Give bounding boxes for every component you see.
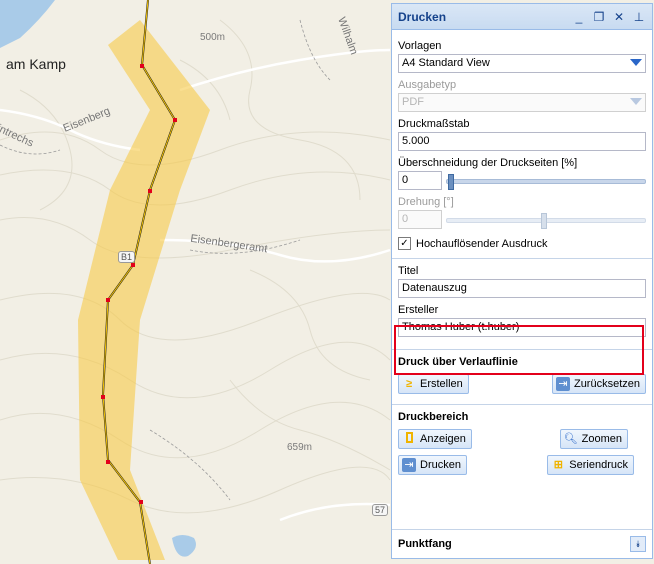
print-icon: ⇥ xyxy=(402,458,416,472)
titel-label: Titel xyxy=(398,265,419,277)
divider xyxy=(392,258,652,259)
anzeigen-label: Anzeigen xyxy=(420,433,466,445)
slider-track xyxy=(446,178,646,184)
panel-title: Drucken xyxy=(398,9,447,24)
dropdown-arrow-icon[interactable] xyxy=(630,59,642,66)
ausgabetyp-select: PDF xyxy=(398,93,646,112)
hochaufloesend-label: Hochauflösender Ausdruck xyxy=(416,237,548,250)
drucken-label: Drucken xyxy=(420,459,461,471)
print-panel: Drucken _ ❐ ✕ ⊥ Vorlagen A4 Standard Vie… xyxy=(391,3,653,559)
ueberschneidung-slider[interactable] xyxy=(446,173,646,190)
magnifier-icon: 🔍︎ xyxy=(563,433,578,445)
reset-icon: ⇥ xyxy=(555,377,570,391)
druckmassstab-input[interactable]: 5.000 xyxy=(398,132,646,151)
ueberschneidung-label: Überschneidung der Druckseiten [%] xyxy=(398,157,578,169)
restore-icon[interactable]: ❐ xyxy=(592,10,606,24)
close-icon[interactable]: ✕ xyxy=(612,10,626,24)
erstellen-label: Erstellen xyxy=(420,378,463,390)
hochaufloesend-checkbox[interactable]: ✓ xyxy=(398,237,411,250)
drucken-button[interactable]: ⇥ Drucken xyxy=(398,455,467,475)
panel-header: Drucken _ ❐ ✕ ⊥ xyxy=(392,4,652,30)
punktfang-header[interactable]: Punktfang ⯯ xyxy=(392,529,652,558)
anzeigen-button[interactable]: Anzeigen xyxy=(398,429,472,449)
minimize-icon[interactable]: _ xyxy=(572,10,586,24)
zoomen-button[interactable]: 🔍︎ Zoomen xyxy=(559,429,628,449)
divider xyxy=(392,404,652,405)
titel-input[interactable]: Datenauszug xyxy=(398,279,646,298)
place-label: am Kamp xyxy=(6,56,66,72)
page-icon xyxy=(402,432,416,446)
ueberschneidung-input[interactable]: 0 xyxy=(398,171,442,190)
drehung-input: 0 xyxy=(398,210,442,229)
verlauflinie-highlight-box xyxy=(394,325,644,375)
zoomen-label: Zoomen xyxy=(581,433,622,445)
druckmassstab-label: Druckmaßstab xyxy=(398,118,470,130)
zuruecksetzen-label: Zurücksetzen xyxy=(573,378,640,390)
vorlagen-select[interactable]: A4 Standard View xyxy=(398,54,646,73)
slider-thumb[interactable] xyxy=(448,173,454,190)
elevation-label: 500m xyxy=(200,32,226,43)
punktfang-title: Punktfang xyxy=(398,538,452,550)
vorlagen-value: A4 Standard View xyxy=(402,57,490,69)
pin-icon[interactable]: ⊥ xyxy=(632,10,646,24)
road-shield-57: 57 xyxy=(372,504,389,516)
seriendruck-label: Seriendruck xyxy=(569,459,628,471)
drehung-label: Drehung [°] xyxy=(398,196,454,208)
elevation-label-659: 659m xyxy=(287,442,313,453)
ausgabetyp-value: PDF xyxy=(402,96,424,108)
route-icon: ≥ xyxy=(405,378,413,390)
seriendruck-button[interactable]: ⊞ Seriendruck xyxy=(547,455,634,475)
dropdown-arrow-icon xyxy=(630,98,642,105)
double-chevron-down-icon[interactable]: ⯯ xyxy=(630,536,646,552)
ersteller-label: Ersteller xyxy=(398,304,439,316)
drehung-slider xyxy=(446,212,646,229)
ausgabetyp-label: Ausgabetyp xyxy=(398,79,457,91)
road-shield: B1 xyxy=(118,251,136,263)
slider-thumb xyxy=(541,212,547,229)
hochaufloesend-row[interactable]: ✓ Hochauflösender Ausdruck xyxy=(398,237,646,250)
vorlagen-label: Vorlagen xyxy=(398,40,442,52)
druckbereich-title: Druckbereich xyxy=(398,411,469,423)
erstellen-button[interactable]: ≥ Erstellen xyxy=(398,374,469,394)
grid-icon: ⊞ xyxy=(553,459,563,471)
zuruecksetzen-button[interactable]: ⇥ Zurücksetzen xyxy=(551,374,646,394)
